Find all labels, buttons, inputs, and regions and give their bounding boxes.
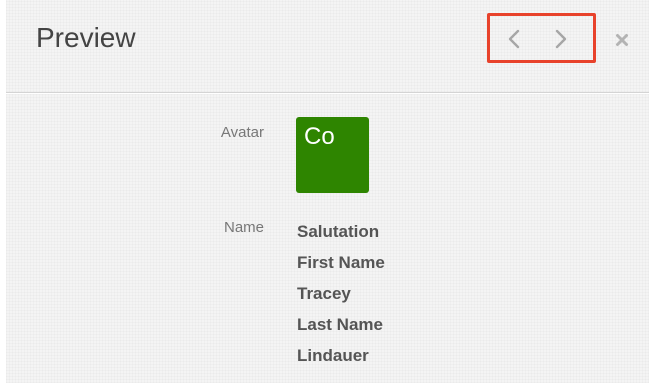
chevron-right-icon	[555, 29, 567, 49]
name-label: Name	[223, 219, 264, 236]
name-line-salutation: Salutation	[297, 222, 380, 241]
preview-header: Preview	[6, 0, 649, 93]
close-button[interactable]	[612, 30, 632, 50]
avatar-initials: Co	[304, 123, 335, 150]
name-line-first-name-label: First Name	[297, 253, 385, 272]
name-line-last-name-label: Last Name	[297, 315, 383, 334]
next-record-button[interactable]	[549, 25, 573, 53]
preview-panel: Preview Avatar Co Name Salutation First …	[6, 0, 649, 383]
avatar-label: Avatar	[220, 124, 264, 141]
page-title: Preview	[36, 22, 136, 53]
name-line-last-name: Lindauer	[297, 346, 369, 365]
avatar: Co	[296, 117, 369, 193]
name-value: Salutation First Name Tracey Last Name L…	[297, 216, 385, 371]
name-line-first-name: Tracey	[297, 284, 351, 303]
previous-record-button[interactable]	[502, 25, 526, 53]
chevron-left-icon	[508, 29, 520, 49]
close-icon	[616, 34, 628, 46]
